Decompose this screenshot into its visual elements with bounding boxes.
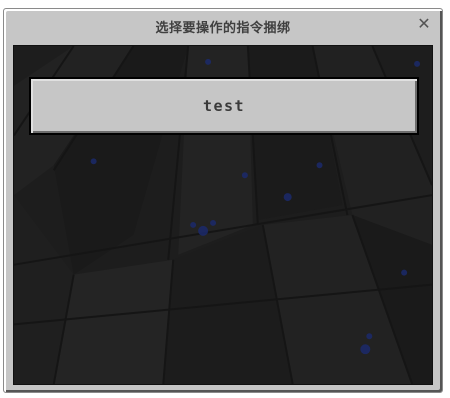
bundle-item-button[interactable]: test [29, 77, 419, 135]
dialog-title: 选择要操作的指令捆绑 [155, 21, 291, 36]
bundle-select-dialog: 选择要操作的指令捆绑 ✕ test [3, 8, 443, 393]
close-icon[interactable]: ✕ [416, 16, 432, 32]
bundle-list-panel: test [13, 45, 433, 385]
bundle-item-label: test [202, 97, 246, 115]
